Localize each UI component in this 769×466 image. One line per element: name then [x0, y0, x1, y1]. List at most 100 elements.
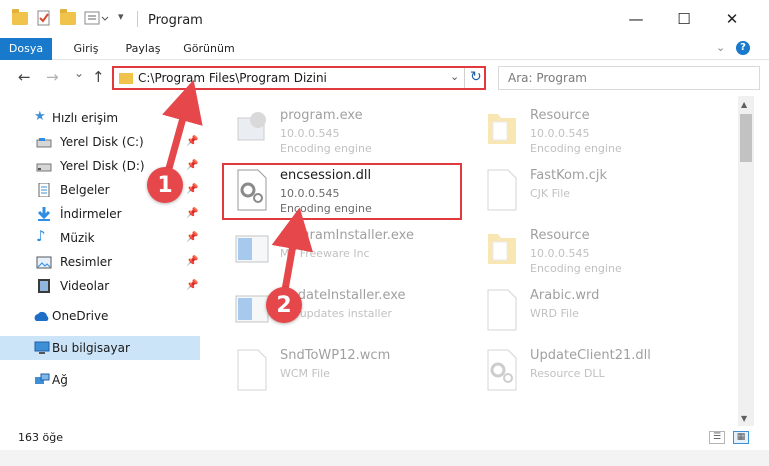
pin-icon[interactable]: 📌: [186, 136, 198, 147]
chevron-down-icon[interactable]: ⌄: [450, 70, 459, 83]
drive-icon: [36, 163, 52, 172]
details-view-icon[interactable]: ☰: [709, 431, 725, 444]
minimize-button[interactable]: —: [624, 8, 648, 30]
file-description: Encoding engine: [530, 262, 622, 275]
file-version: 10.0.0.545: [530, 247, 590, 260]
file-item[interactable]: SndToWP12.wcm WCM File: [214, 340, 464, 402]
address-divider: [464, 68, 465, 88]
installer-icon: [235, 295, 269, 323]
file-name: Resource: [530, 228, 590, 243]
properties-icon[interactable]: [36, 10, 52, 26]
video-icon: [38, 279, 50, 293]
file-item[interactable]: UpdateInstaller.exe MY updates installer: [214, 280, 464, 342]
file-name: UpdateClient21.dll: [530, 348, 651, 363]
file-description: Encoding engine: [280, 142, 372, 155]
pin-icon[interactable]: 📌: [186, 256, 198, 267]
file-item[interactable]: FastKom.cjk CJK File: [464, 160, 714, 222]
sidebar-item-this-pc[interactable]: Bu bilgisayar: [0, 336, 200, 360]
maximize-button[interactable]: ☐: [672, 8, 696, 30]
file-name: SndToWP12.wcm: [280, 348, 391, 363]
file-version: WCM File: [280, 367, 330, 380]
customize-toolbar-icon[interactable]: ▾: [118, 10, 124, 23]
folder-icon: [488, 234, 516, 264]
new-folder-icon[interactable]: [60, 9, 76, 25]
up-button[interactable]: ↑: [92, 68, 105, 86]
sidebar-item-videos[interactable]: Videolar 📌: [0, 274, 200, 298]
sidebar-item-quick-access[interactable]: ★ Hızlı erişim: [0, 106, 200, 130]
file-list: program.exe 10.0.0.545 Encoding engine R…: [208, 96, 738, 426]
file-version: WRD File: [530, 307, 579, 320]
blank-file-icon: [487, 289, 517, 331]
scroll-down-icon[interactable]: ▼: [741, 414, 747, 423]
file-version: Resource DLL: [530, 367, 605, 380]
chevron-down-icon[interactable]: ⌄: [716, 41, 725, 54]
recent-locations-button[interactable]: ⌄: [74, 66, 84, 80]
tab-giris[interactable]: Giriş: [66, 38, 106, 60]
pin-icon[interactable]: 📌: [186, 208, 198, 219]
search-input[interactable]: Ara: Program: [498, 66, 760, 90]
item-count: 163 öğe: [18, 431, 63, 444]
sidebar-item-onedrive[interactable]: OneDrive: [0, 304, 200, 328]
sidebar-item-label: Resimler: [60, 255, 113, 269]
scroll-thumb[interactable]: [740, 114, 752, 162]
navigation-pane: ★ Hızlı erişim Yerel Disk (C:) 📌 Yerel D…: [0, 96, 200, 426]
folder-icon: [12, 9, 28, 25]
sidebar-item-label: İndirmeler: [60, 207, 122, 221]
file-name: Arabic.wrd: [530, 288, 600, 303]
tab-gorunum[interactable]: Görünüm: [178, 38, 240, 60]
sidebar-item-downloads[interactable]: İndirmeler 📌: [0, 202, 200, 226]
sidebar-item-music[interactable]: ♪ Müzik 📌: [0, 226, 200, 250]
file-item[interactable]: programInstaller.exe MY Freeware Inc: [214, 220, 464, 282]
title-divider: [137, 11, 138, 27]
sidebar-item-network[interactable]: Ağ: [0, 368, 200, 392]
sidebar-item-label: Müzik: [60, 231, 95, 245]
installer-icon: [235, 235, 269, 263]
address-path: C:\Program Files\Program Dizini: [138, 71, 327, 85]
step-badge-1: 1: [147, 167, 183, 203]
file-name: Resource: [530, 108, 590, 123]
star-icon: ★: [34, 109, 46, 124]
file-description: Encoding engine: [530, 142, 622, 155]
pin-icon[interactable]: 📌: [186, 184, 198, 195]
sidebar-item-label: Yerel Disk (C:): [60, 135, 144, 149]
title-bar: ▾ Program — ☐ ✕: [0, 0, 769, 38]
window-title: Program: [148, 13, 203, 28]
forward-button[interactable]: →: [46, 68, 59, 86]
file-version: 10.0.0.545: [280, 127, 340, 140]
file-item[interactable]: Resource 10.0.0.545 Encoding engine: [464, 100, 714, 162]
navigation-bar: ← → ⌄ ↑ C:\Program Files\Program Dizini …: [0, 60, 769, 96]
sidebar-item-label: Yerel Disk (D:): [60, 159, 145, 173]
file-item[interactable]: program.exe 10.0.0.545 Encoding engine: [214, 100, 464, 162]
tab-dosya[interactable]: Dosya: [0, 38, 52, 60]
music-icon: ♪: [36, 227, 46, 245]
help-icon[interactable]: ?: [736, 41, 750, 55]
vertical-scrollbar[interactable]: ▲ ▼: [738, 96, 754, 426]
blank-file-icon: [237, 349, 267, 391]
back-button[interactable]: ←: [18, 68, 31, 86]
sidebar-item-pictures[interactable]: Resimler 📌: [0, 250, 200, 274]
large-icons-view-icon[interactable]: ▦: [733, 431, 749, 444]
pin-icon[interactable]: 📌: [186, 232, 198, 243]
close-button[interactable]: ✕: [720, 8, 744, 30]
refresh-button[interactable]: ↻: [470, 69, 482, 85]
file-item[interactable]: Arabic.wrd WRD File: [464, 280, 714, 342]
sidebar-item-label: Belgeler: [60, 183, 110, 197]
app-icon: [237, 112, 266, 141]
file-version: 10.0.0.545: [530, 127, 590, 140]
documents-icon: [38, 183, 50, 197]
file-item[interactable]: UpdateClient21.dll Resource DLL: [464, 340, 714, 402]
sidebar-item-drive-c[interactable]: Yerel Disk (C:) 📌: [0, 130, 200, 154]
sidebar-item-label: OneDrive: [52, 309, 109, 323]
step-badge-2: 2: [266, 287, 302, 323]
pin-icon[interactable]: 📌: [186, 160, 198, 171]
file-item[interactable]: Resource 10.0.0.545 Encoding engine: [464, 220, 714, 282]
address-bar[interactable]: C:\Program Files\Program Dizini ⌄ ↻: [112, 66, 486, 90]
drive-icon: [36, 138, 52, 148]
sidebar-item-label: Videolar: [60, 279, 110, 293]
scroll-up-icon[interactable]: ▲: [741, 100, 747, 109]
view-options-icon[interactable]: [84, 10, 110, 26]
computer-icon: [34, 341, 50, 354]
pin-icon[interactable]: 📌: [186, 280, 198, 291]
status-bar: 163 öğe ☰ ▦: [0, 426, 769, 450]
tab-paylas[interactable]: Paylaş: [118, 38, 168, 60]
